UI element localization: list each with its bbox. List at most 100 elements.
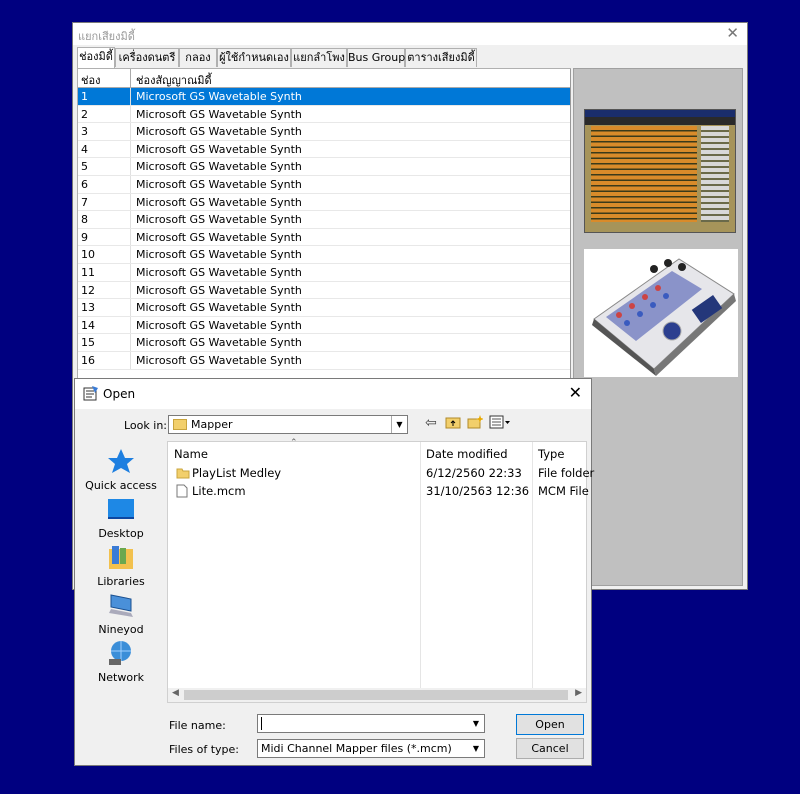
chevron-down-icon[interactable]: ▼ bbox=[391, 416, 407, 433]
channel-number: 10 bbox=[81, 248, 95, 262]
file-row[interactable]: Lite.mcm 31/10/2563 12:36 MCM File bbox=[168, 482, 589, 501]
table-row[interactable]: 12 Microsoft GS Wavetable Synth bbox=[78, 281, 570, 300]
place-quick-access[interactable]: Quick access bbox=[81, 447, 161, 492]
midi-port-name: Microsoft GS Wavetable Synth bbox=[136, 230, 302, 244]
desktop-icon bbox=[107, 495, 135, 523]
channel-number: 3 bbox=[81, 125, 88, 139]
back-arrow-icon[interactable]: ⇦ bbox=[425, 415, 437, 431]
table-row[interactable]: 6 Microsoft GS Wavetable Synth bbox=[78, 175, 570, 194]
horizontal-scrollbar[interactable]: ◀ ▶ bbox=[168, 688, 586, 702]
tab-midi-channel[interactable]: ช่องมิดี้ bbox=[77, 47, 115, 68]
midi-port-name: Microsoft GS Wavetable Synth bbox=[136, 301, 302, 315]
sort-up-icon: ⌃ bbox=[290, 438, 298, 448]
table-row[interactable]: 3 Microsoft GS Wavetable Synth bbox=[78, 123, 570, 141]
header-channel: ช่อง bbox=[81, 74, 101, 87]
scroll-right-icon[interactable]: ▶ bbox=[575, 688, 582, 698]
table-row[interactable]: 16 Microsoft GS Wavetable Synth bbox=[78, 351, 570, 370]
file-row[interactable]: PlayList Medley 6/12/2560 22:33 File fol… bbox=[168, 464, 594, 482]
midi-port-name: Microsoft GS Wavetable Synth bbox=[136, 142, 302, 156]
files-of-type-value: Midi Channel Mapper files (*.mcm) bbox=[261, 742, 452, 755]
tab-midi-sound-table[interactable]: ตารางเสียงมิดี้ bbox=[405, 48, 477, 67]
look-in-label: Look in: bbox=[124, 419, 167, 432]
channel-number: 6 bbox=[81, 177, 88, 191]
star-icon bbox=[107, 447, 135, 475]
midi-port-name: Microsoft GS Wavetable Synth bbox=[136, 195, 302, 209]
scroll-left-icon[interactable]: ◀ bbox=[172, 688, 179, 698]
dialog-close-icon[interactable]: ✕ bbox=[569, 383, 582, 402]
cancel-button[interactable]: Cancel bbox=[516, 738, 584, 759]
open-dialog: Open ✕ Look in: Mapper ▼ ⇦ Quick access … bbox=[74, 378, 594, 766]
place-libraries[interactable]: Libraries bbox=[81, 543, 161, 588]
channel-number: 11 bbox=[81, 265, 95, 279]
column-date-modified[interactable]: Date modified bbox=[426, 447, 508, 461]
channel-number: 16 bbox=[81, 353, 95, 367]
place-this-pc[interactable]: Nineyod bbox=[81, 591, 161, 636]
file-name-input[interactable]: ▼ bbox=[257, 714, 485, 733]
file-name: Lite.mcm bbox=[192, 484, 246, 498]
midi-port-name: Microsoft GS Wavetable Synth bbox=[136, 90, 302, 103]
main-title-bar[interactable]: แยกเสียงมิดี้ ✕ bbox=[73, 23, 747, 45]
midi-port-name: Microsoft GS Wavetable Synth bbox=[136, 177, 302, 191]
image-pane bbox=[573, 68, 743, 586]
channel-number: 12 bbox=[81, 283, 95, 297]
tab-drum[interactable]: กลอง bbox=[179, 48, 217, 67]
place-network[interactable]: Network bbox=[81, 639, 161, 684]
table-row[interactable]: 11 Microsoft GS Wavetable Synth bbox=[78, 263, 570, 282]
place-label: Nineyod bbox=[98, 623, 144, 636]
libraries-icon bbox=[107, 543, 135, 571]
look-in-combo[interactable]: Mapper ▼ bbox=[168, 415, 408, 434]
midi-port-name: Microsoft GS Wavetable Synth bbox=[136, 213, 302, 227]
column-name[interactable]: Name bbox=[174, 447, 208, 461]
table-row[interactable]: 9 Microsoft GS Wavetable Synth bbox=[78, 228, 570, 247]
computer-icon bbox=[107, 591, 135, 619]
midi-port-name: Microsoft GS Wavetable Synth bbox=[136, 353, 302, 367]
channel-number: 4 bbox=[81, 142, 88, 156]
view-menu-icon[interactable] bbox=[489, 415, 511, 433]
table-row[interactable]: 10 Microsoft GS Wavetable Synth bbox=[78, 246, 570, 264]
table-row[interactable]: 5 Microsoft GS Wavetable Synth bbox=[78, 158, 570, 176]
scrollbar-thumb[interactable] bbox=[184, 690, 568, 700]
channel-number: 7 bbox=[81, 195, 88, 209]
place-label: Quick access bbox=[85, 479, 157, 492]
folder-icon bbox=[176, 466, 190, 482]
folder-icon bbox=[173, 419, 187, 430]
tab-bus-group[interactable]: Bus Group bbox=[347, 48, 405, 67]
up-folder-icon[interactable] bbox=[445, 415, 461, 433]
midi-port-name: Microsoft GS Wavetable Synth bbox=[136, 265, 302, 279]
channel-number: 14 bbox=[81, 318, 95, 332]
table-row[interactable]: 1 Microsoft GS Wavetable Synth bbox=[78, 88, 570, 106]
text-caret bbox=[261, 717, 262, 730]
table-row[interactable]: 4 Microsoft GS Wavetable Synth bbox=[78, 140, 570, 159]
file-type: MCM File bbox=[538, 484, 589, 498]
column-type[interactable]: Type bbox=[538, 447, 564, 461]
tab-instrument[interactable]: เครื่องดนตรี bbox=[115, 48, 179, 67]
place-label: Libraries bbox=[97, 575, 145, 588]
channel-number: 13 bbox=[81, 301, 95, 315]
audio-mixer-image bbox=[584, 249, 738, 377]
file-date: 31/10/2563 12:36 bbox=[426, 484, 530, 498]
files-of-type-select[interactable]: Midi Channel Mapper files (*.mcm) ▼ bbox=[257, 739, 485, 758]
tab-speaker-split[interactable]: แยกลำโพง bbox=[291, 48, 347, 67]
chevron-down-icon[interactable]: ▼ bbox=[469, 741, 483, 756]
header-midi-port: ช่องสัญญาณมิดี้ bbox=[136, 74, 212, 87]
network-icon bbox=[107, 639, 135, 667]
table-row[interactable]: 7 Microsoft GS Wavetable Synth bbox=[78, 193, 570, 212]
tab-user-defined[interactable]: ผู้ใช้กำหนดเอง bbox=[217, 48, 291, 67]
file-icon bbox=[176, 484, 188, 501]
table-row[interactable]: 13 Microsoft GS Wavetable Synth bbox=[78, 299, 570, 317]
chevron-down-icon[interactable]: ▼ bbox=[469, 716, 483, 731]
dialog-title-bar[interactable]: Open ✕ bbox=[75, 379, 591, 409]
open-button[interactable]: Open bbox=[516, 714, 584, 735]
table-row[interactable]: 15 Microsoft GS Wavetable Synth bbox=[78, 334, 570, 352]
table-row[interactable]: 8 Microsoft GS Wavetable Synth bbox=[78, 211, 570, 229]
midi-port-name: Microsoft GS Wavetable Synth bbox=[136, 125, 302, 139]
virtual-sound-canvas-image bbox=[584, 109, 736, 233]
channel-number: 9 bbox=[81, 230, 88, 244]
new-folder-icon[interactable] bbox=[467, 415, 484, 433]
place-desktop[interactable]: Desktop bbox=[81, 495, 161, 540]
table-row[interactable]: 14 Microsoft GS Wavetable Synth bbox=[78, 316, 570, 335]
table-row[interactable]: 2 Microsoft GS Wavetable Synth bbox=[78, 105, 570, 124]
file-name-label: File name: bbox=[169, 719, 226, 732]
file-type: File folder bbox=[538, 466, 595, 480]
close-icon[interactable]: ✕ bbox=[726, 24, 739, 42]
